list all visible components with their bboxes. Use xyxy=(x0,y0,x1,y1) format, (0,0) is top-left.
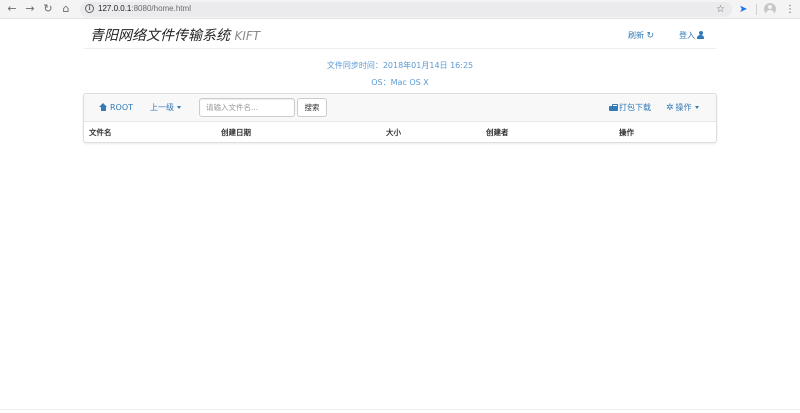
browser-toolbar: ← → ↻ ⌂ i 127.0.0.1:8080/home.html ☆ ➤ ⋮ xyxy=(0,0,800,19)
url-host: 127.0.0.1 xyxy=(98,4,132,13)
bookmark-star-icon[interactable]: ☆ xyxy=(716,2,725,17)
caret-down-icon xyxy=(694,106,699,109)
file-panel: ROOT 上一级 搜索 打包下载 ✲操作 文件名 创建日期 大小 创建者 操作 xyxy=(83,93,717,143)
sync-time-text: 文件同步时间：2018年01月14日 16:25 xyxy=(326,61,474,70)
search-input[interactable] xyxy=(199,98,295,117)
refresh-label: 刷新 xyxy=(628,31,644,40)
reload-icon[interactable]: ↻ xyxy=(41,1,55,17)
os-text: OS：Mac OS X xyxy=(371,78,429,87)
page-bottom-divider xyxy=(0,409,800,410)
forward-arrow-icon[interactable]: → xyxy=(23,1,37,17)
url-text: 127.0.0.1:8080/home.html xyxy=(98,3,191,15)
column-header-actions: 操作 xyxy=(619,128,634,137)
column-header-creator: 创建者 xyxy=(486,128,509,137)
refresh-link[interactable]: 刷新 ↻ xyxy=(628,30,654,42)
actions-label: 操作 xyxy=(675,103,692,112)
site-brand[interactable]: 青阳网络文件传输系统 KIFT xyxy=(90,26,260,46)
root-label: ROOT xyxy=(110,103,134,112)
menu-dots-icon[interactable]: ⋮ xyxy=(785,2,795,17)
site-info-icon[interactable]: i xyxy=(85,4,94,13)
brand-title: 青阳网络文件传输系统 xyxy=(90,28,230,44)
caret-down-icon xyxy=(177,106,181,109)
profile-avatar-icon[interactable] xyxy=(764,3,776,15)
briefcase-icon xyxy=(609,104,618,111)
login-link[interactable]: 登入 xyxy=(679,30,704,42)
gear-icon: ✲ xyxy=(666,103,674,113)
toolbar-separator xyxy=(756,4,757,15)
url-path: :8080/home.html xyxy=(131,4,191,13)
parent-folder-dropdown[interactable]: 上一级 xyxy=(150,102,181,114)
download-package-label: 打包下载 xyxy=(619,103,651,112)
home-icon[interactable]: ⌂ xyxy=(59,1,73,17)
column-header-filename: 文件名 xyxy=(89,128,112,137)
file-toolbar: ROOT 上一级 搜索 打包下载 ✲操作 xyxy=(84,94,716,122)
actions-dropdown[interactable]: ✲ 操作 xyxy=(666,102,699,114)
brand-suffix: KIFT xyxy=(234,29,261,43)
parent-folder-label: 上一级 xyxy=(150,103,174,112)
header-divider xyxy=(84,48,716,49)
address-bar[interactable]: i 127.0.0.1:8080/home.html xyxy=(80,2,732,17)
back-arrow-icon[interactable]: ← xyxy=(5,1,19,17)
download-package-link[interactable]: 打包下载 xyxy=(609,102,651,114)
home-icon xyxy=(99,103,107,111)
refresh-icon: ↻ xyxy=(646,31,655,41)
column-header-size: 大小 xyxy=(386,128,401,137)
extension-arrow-icon[interactable]: ➤ xyxy=(739,2,747,17)
user-icon xyxy=(697,31,704,39)
search-button[interactable]: 搜索 xyxy=(297,98,327,117)
column-header-created: 创建日期 xyxy=(221,128,251,137)
login-label: 登入 xyxy=(679,31,695,40)
root-link[interactable]: ROOT xyxy=(99,102,133,114)
